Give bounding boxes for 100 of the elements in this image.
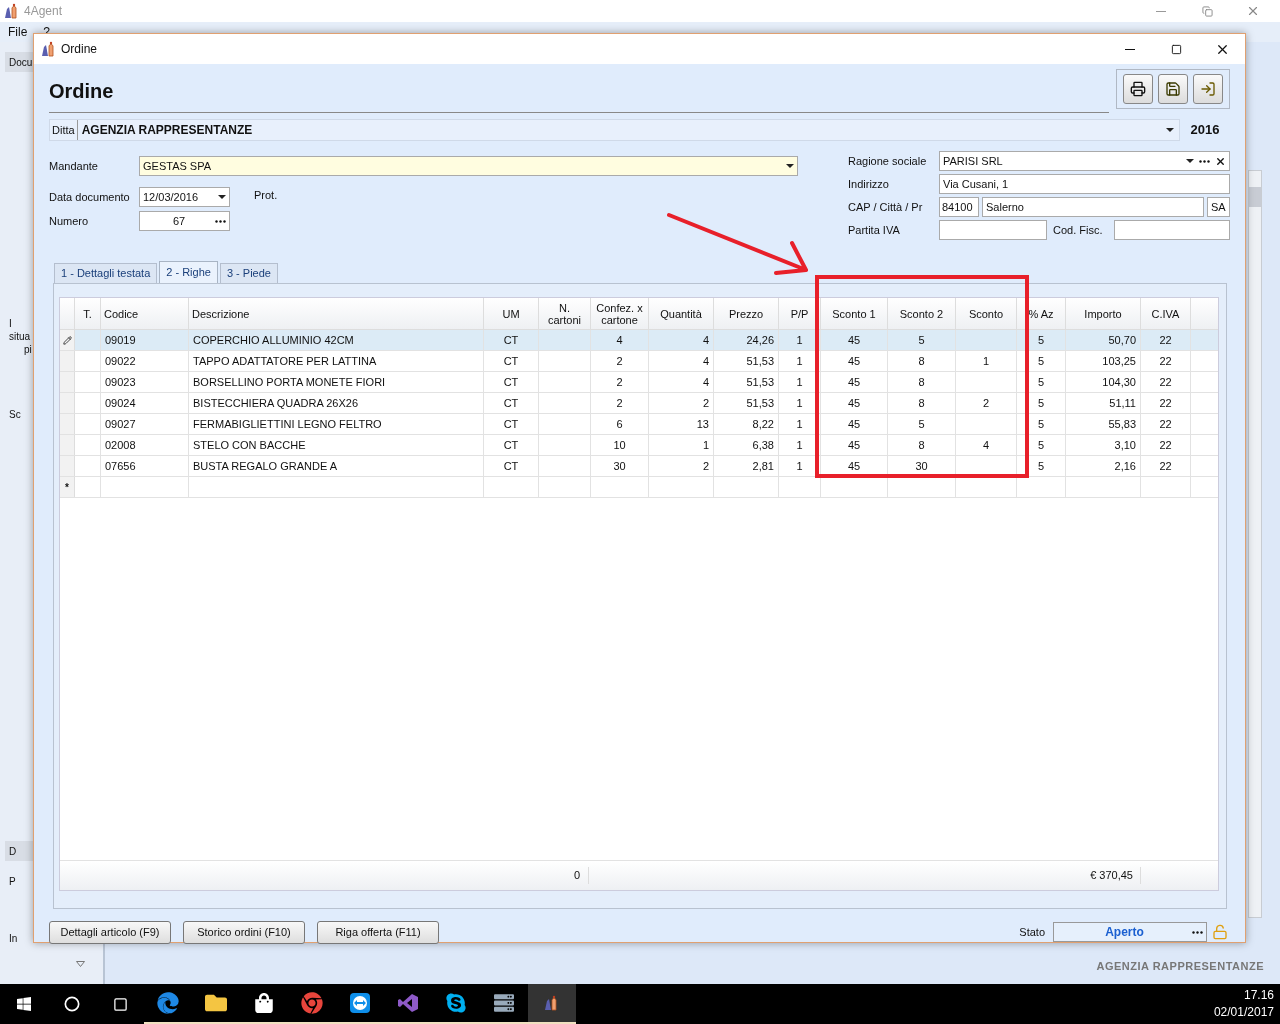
table-cell-text: 45 <box>846 353 862 369</box>
table-cell-text: 45 <box>846 458 862 474</box>
print-button[interactable] <box>1123 74 1153 104</box>
app-logo-icon <box>544 995 560 1011</box>
table-row[interactable]: 09027 FERMABIGLIETTINI LEGNO FELTRO CT 6 13 8,22 1 45 5 5 55,83 22 <box>60 414 1218 435</box>
table-cell-text: 6 <box>615 416 624 432</box>
status-field[interactable]: Aperto <box>1053 922 1207 942</box>
status-label: Stato <box>1019 924 1045 940</box>
company-selector[interactable]: Ditta AGENZIA RAPPRESENTANZE <box>49 119 1180 141</box>
table-row[interactable]: 02008 STELO CON BACCHE CT 10 1 6,38 1 45 8 4 5 3,10 22 <box>60 435 1218 456</box>
column-header[interactable]: Codice <box>101 298 189 329</box>
table-cell-text: 51,53 <box>745 353 775 369</box>
tax-code-field[interactable] <box>1114 220 1230 240</box>
column-header[interactable]: N. cartoni <box>539 298 591 329</box>
tab[interactable]: 2 - Righe <box>159 261 218 283</box>
table-cell-text: 51,11 <box>1108 395 1137 411</box>
table-cell-text: 45 <box>846 416 862 432</box>
menu-item[interactable]: File <box>8 23 28 41</box>
province-field[interactable]: SA <box>1207 197 1230 217</box>
tab[interactable]: 1 - Dettagli testata <box>54 263 158 283</box>
minimize-icon <box>1125 48 1135 50</box>
clock-date: 02/01/2017 <box>1213 1004 1274 1021</box>
table-cell-text: 8 <box>917 437 926 453</box>
row-header[interactable]: * <box>60 477 75 497</box>
table-cell-text: 1 <box>795 374 804 390</box>
table-row[interactable]: 09023 BORSELLINO PORTA MONETE FIORI CT 2 4 51,53 1 45 8 5 104,30 22 <box>60 372 1218 393</box>
postcode-field[interactable]: 84100 <box>939 197 979 217</box>
column-header[interactable]: P/P <box>779 298 821 329</box>
field-label: CAP / Città / Pr <box>848 199 924 215</box>
table-cell-text: 2,16 <box>1113 458 1137 474</box>
table-cell-text: 09023 <box>104 374 137 390</box>
table-cell-text: 2 <box>615 395 624 411</box>
dropdown-caret-icon[interactable] <box>1166 128 1174 132</box>
sidebar-text: D <box>5 841 33 861</box>
action-button[interactable]: Riga offerta (F11) <box>317 920 439 944</box>
new-row[interactable]: * <box>60 477 1218 498</box>
vat-field[interactable] <box>939 220 1047 240</box>
mandante-dropdown[interactable]: GESTAS SPA <box>139 156 798 176</box>
exit-button[interactable] <box>1193 74 1223 104</box>
column-header[interactable]: Prezzo <box>714 298 779 329</box>
table-row[interactable]: 07656 BUSTA REGALO GRANDE A CT 30 2 2,81 1 45 30 5 2,16 22 <box>60 456 1218 477</box>
dropdown-caret-icon[interactable] <box>786 164 794 168</box>
column-header[interactable]: C.IVA <box>1141 298 1191 329</box>
row-header[interactable] <box>60 330 75 350</box>
action-button[interactable]: Dettagli articolo (F9) <box>49 920 171 944</box>
ditta-label: Ditta <box>50 120 78 140</box>
table-cell-text: 45 <box>846 332 862 348</box>
ellipsis-icon[interactable] <box>1199 159 1210 163</box>
action-button[interactable]: Storico ordini (F10) <box>183 920 305 944</box>
column-header[interactable]: T. <box>75 298 101 329</box>
dropdown-caret-icon[interactable] <box>1186 159 1194 163</box>
table-cell-text: 45 <box>846 374 862 390</box>
column-header[interactable]: Descrizione <box>189 298 484 329</box>
table-cell-text: 30 <box>612 458 627 474</box>
expand-caret-icon[interactable] <box>76 961 85 967</box>
column-header[interactable]: Sconto 2 <box>888 298 956 329</box>
table-cell-text: 1 <box>795 353 804 369</box>
date-picker[interactable]: 12/03/2016 <box>139 187 230 207</box>
column-header[interactable]: % Az <box>1017 298 1066 329</box>
scrollbar[interactable] <box>1248 170 1262 918</box>
table-cell-text: 1 <box>795 437 804 453</box>
table-cell-text: 8,22 <box>751 416 775 432</box>
table-cell-text: CT <box>502 332 520 348</box>
table-cell-text: 09024 <box>104 395 137 411</box>
table-cell-text: 51,53 <box>745 395 775 411</box>
table-cell-text: CT <box>502 437 520 453</box>
table-row[interactable]: 09024 BISTECCHIERA QUADRA 26X26 CT 2 2 51,53 1 45 8 2 5 51,11 22 <box>60 393 1218 414</box>
column-header[interactable]: Importo <box>1066 298 1141 329</box>
number-field[interactable]: 67 <box>139 211 230 231</box>
city-field[interactable]: Salerno <box>982 197 1204 217</box>
dropdown-caret-icon[interactable] <box>218 195 226 199</box>
column-header[interactable]: Confez. x cartone <box>591 298 649 329</box>
table-cell-text: 02008 <box>104 437 137 453</box>
table-cell-text: 5 <box>1036 353 1046 369</box>
table-row[interactable]: 09022 TAPPO ADATTATORE PER LATTINA CT 2 4 51,53 1 45 8 1 5 103,25 22 <box>60 351 1218 372</box>
column-header[interactable]: Sconto 1 <box>821 298 888 329</box>
table-cell-text: 55,83 <box>1107 416 1137 432</box>
table-cell-text: 22 <box>1158 437 1173 453</box>
column-header[interactable]: Quantità <box>649 298 714 329</box>
table-cell-text: 22 <box>1158 332 1173 348</box>
ellipsis-icon[interactable] <box>1192 930 1203 934</box>
table-cell-text: CT <box>502 416 520 432</box>
table-cell-text: 1 <box>701 437 710 453</box>
company-dropdown[interactable]: PARISI SRL <box>939 151 1230 171</box>
table-cell-text: 09027 <box>104 416 137 432</box>
tab[interactable]: 3 - Piede <box>219 263 278 283</box>
unlocked-padlock-icon <box>1212 924 1228 940</box>
save-button[interactable] <box>1158 74 1188 104</box>
column-header[interactable]: Sconto <box>956 298 1017 329</box>
table-cell-text: 2 <box>615 374 624 390</box>
table-row[interactable]: 09019 COPERCHIO ALLUMINIO 42CM CT 4 4 24,26 1 45 5 5 50,70 22 <box>60 330 1218 351</box>
table-cell-text: 22 <box>1158 374 1173 390</box>
column-header[interactable]: UM <box>484 298 539 329</box>
address-field[interactable]: Via Cusani, 1 <box>939 174 1230 194</box>
table-cell-text: CT <box>502 353 520 369</box>
app-taskbar-button[interactable] <box>528 984 576 1024</box>
table-cell-text: 104,30 <box>1101 374 1137 390</box>
dialog-title: Ordine <box>61 41 98 58</box>
clear-icon[interactable] <box>1215 155 1226 167</box>
ellipsis-icon[interactable] <box>215 219 226 223</box>
